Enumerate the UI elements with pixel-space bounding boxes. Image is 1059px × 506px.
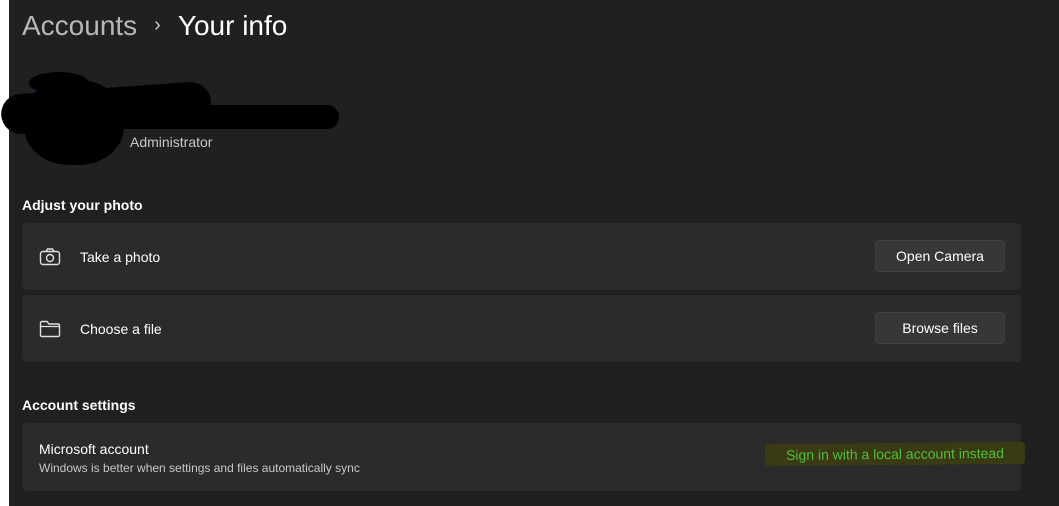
adjust-photo-heading: Adjust your photo (22, 197, 143, 213)
take-photo-label: Take a photo (80, 248, 161, 265)
settings-window: Accounts › Your info Administrator Adjus… (0, 0, 1059, 506)
choose-file-label: Choose a file (80, 320, 162, 337)
sign-in-local-account-link[interactable]: Sign in with a local account instead (764, 441, 1026, 467)
account-role: Administrator (130, 134, 213, 150)
microsoft-account-row: Microsoft account Windows is better when… (22, 423, 1026, 491)
page-title: Your info (177, 10, 288, 41)
chevron-right-icon: › (154, 14, 161, 36)
breadcrumb-accounts-link[interactable]: Accounts (22, 6, 137, 46)
choose-file-row: Choose a file Browse files (22, 295, 1021, 362)
microsoft-account-title: Microsoft account (39, 441, 149, 457)
camera-icon (39, 246, 61, 268)
breadcrumb: Accounts › Your info (22, 6, 287, 46)
folder-icon (39, 318, 61, 340)
microsoft-account-text: Microsoft account Windows is better when… (39, 441, 360, 475)
account-settings-heading: Account settings (22, 397, 136, 413)
browse-files-button[interactable]: Browse files (875, 312, 1005, 344)
profile-header: Administrator (0, 60, 409, 170)
open-camera-button[interactable]: Open Camera (875, 240, 1005, 272)
take-photo-row: Take a photo Open Camera (22, 223, 1021, 290)
microsoft-account-subtitle: Windows is better when settings and file… (39, 461, 360, 475)
redaction-mark (109, 105, 339, 129)
